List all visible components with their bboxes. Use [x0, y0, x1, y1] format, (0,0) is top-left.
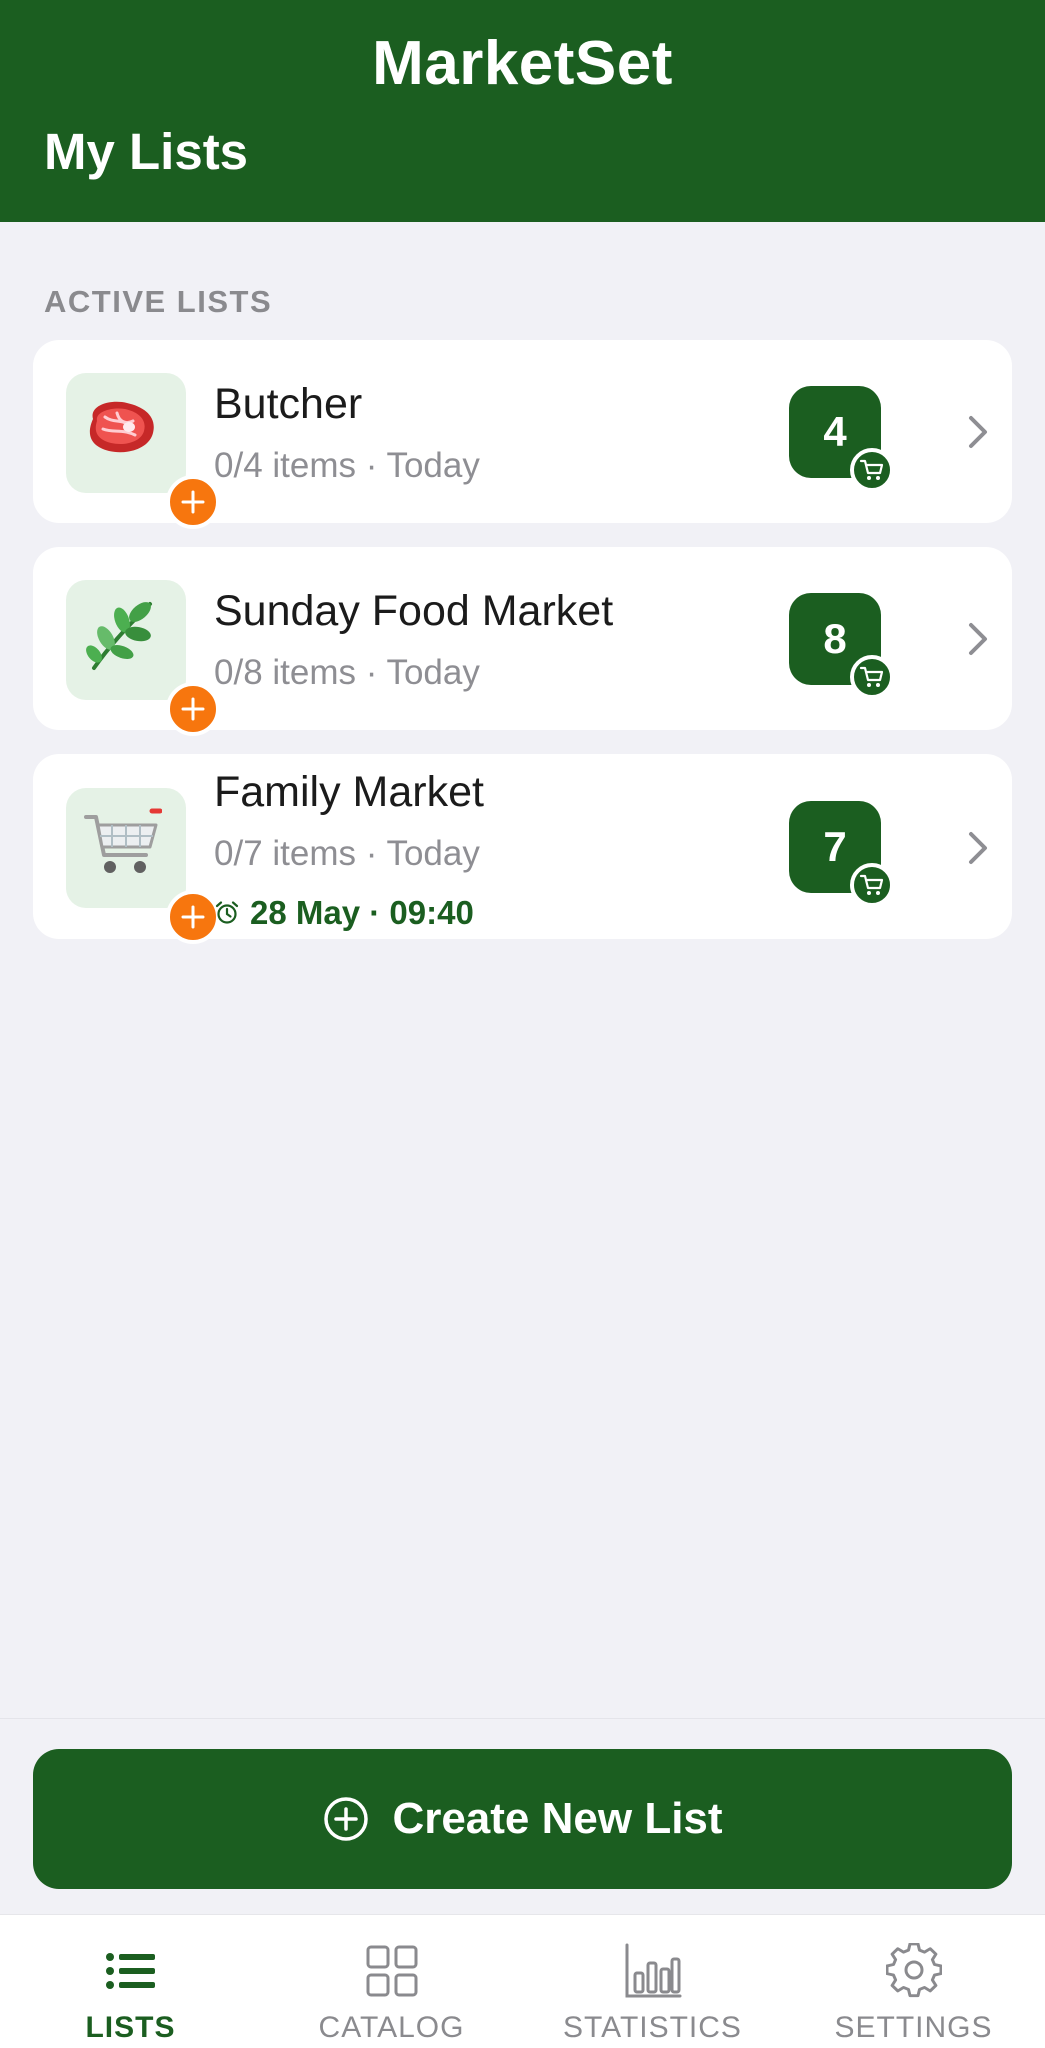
add-item-button[interactable] — [166, 475, 220, 529]
nav-label-statistics: STATISTICS — [563, 2011, 742, 2044]
reminder-time: 28 May · 09:40 — [250, 894, 474, 931]
list-title: Family Market — [214, 768, 484, 816]
app-title: MarketSet — [372, 29, 673, 98]
list-subtitle: 0/7 items · Today — [214, 834, 480, 873]
nav-tab-statistics[interactable]: STATISTICS — [522, 1915, 783, 2048]
nav-tab-lists[interactable]: LISTS — [0, 1915, 261, 2048]
chevron-right-icon — [969, 623, 987, 655]
plus-icon — [181, 697, 205, 721]
add-item-button[interactable] — [166, 682, 220, 736]
create-list-area: Create New List — [0, 1718, 1045, 1914]
app-root: MarketSet My Lists ACTIVE LISTS Butcher … — [0, 0, 1045, 2048]
plus-icon — [181, 905, 205, 929]
list-subtitle: 0/4 items · Today — [214, 446, 480, 485]
list-thumbnail — [66, 788, 220, 944]
alarm-clock-icon — [215, 901, 239, 924]
create-new-list-label: Create New List — [392, 1794, 723, 1843]
cart-badge-icon — [850, 448, 894, 492]
bottom-navigation: LISTS CATALOG STATISTICS SETTINGS — [0, 1914, 1045, 2048]
chevron-right-icon — [969, 416, 987, 448]
list-icon — [105, 1953, 155, 1989]
plus-circle-icon — [324, 1797, 369, 1841]
list-subtitle: 0/8 items · Today — [214, 653, 480, 692]
nav-label-settings: SETTINGS — [834, 2011, 993, 2044]
nav-tab-catalog[interactable]: CATALOG — [261, 1915, 522, 2048]
list-card-family-market[interactable]: Family Market 0/7 items · Today 28 May ·… — [33, 754, 1012, 944]
list-thumbnail — [66, 580, 220, 736]
list-card-butcher[interactable]: Butcher 0/4 items · Today 4 — [33, 340, 1012, 529]
top-app-bar: MarketSet My Lists — [0, 0, 1045, 222]
page-title: My Lists — [44, 123, 249, 180]
meat-icon — [66, 373, 186, 493]
gear-icon — [885, 1943, 942, 1998]
list-title: Butcher — [214, 380, 363, 428]
create-new-list-button[interactable]: Create New List — [33, 1749, 1012, 1889]
cart-badge-icon — [850, 655, 894, 699]
bar-chart-icon — [625, 1943, 681, 1998]
nav-label-lists: LISTS — [85, 2011, 176, 2044]
herb-icon — [66, 580, 186, 700]
nav-label-catalog: CATALOG — [318, 2011, 465, 2044]
nav-tab-settings[interactable]: SETTINGS — [783, 1915, 1044, 2048]
section-label-active-lists: ACTIVE LISTS — [44, 284, 273, 319]
cart-badge-icon — [850, 863, 894, 907]
shopping-cart-icon — [66, 788, 186, 908]
list-card-sunday-food-market[interactable]: Sunday Food Market 0/8 items · Today 8 — [33, 547, 1012, 736]
chevron-right-icon — [969, 832, 987, 864]
list-thumbnail — [66, 373, 220, 529]
grid-icon — [366, 1945, 417, 1997]
add-item-button[interactable] — [166, 890, 220, 944]
list-title: Sunday Food Market — [214, 587, 614, 635]
plus-icon — [181, 490, 205, 514]
reminder-row: 28 May · 09:40 — [214, 894, 474, 932]
